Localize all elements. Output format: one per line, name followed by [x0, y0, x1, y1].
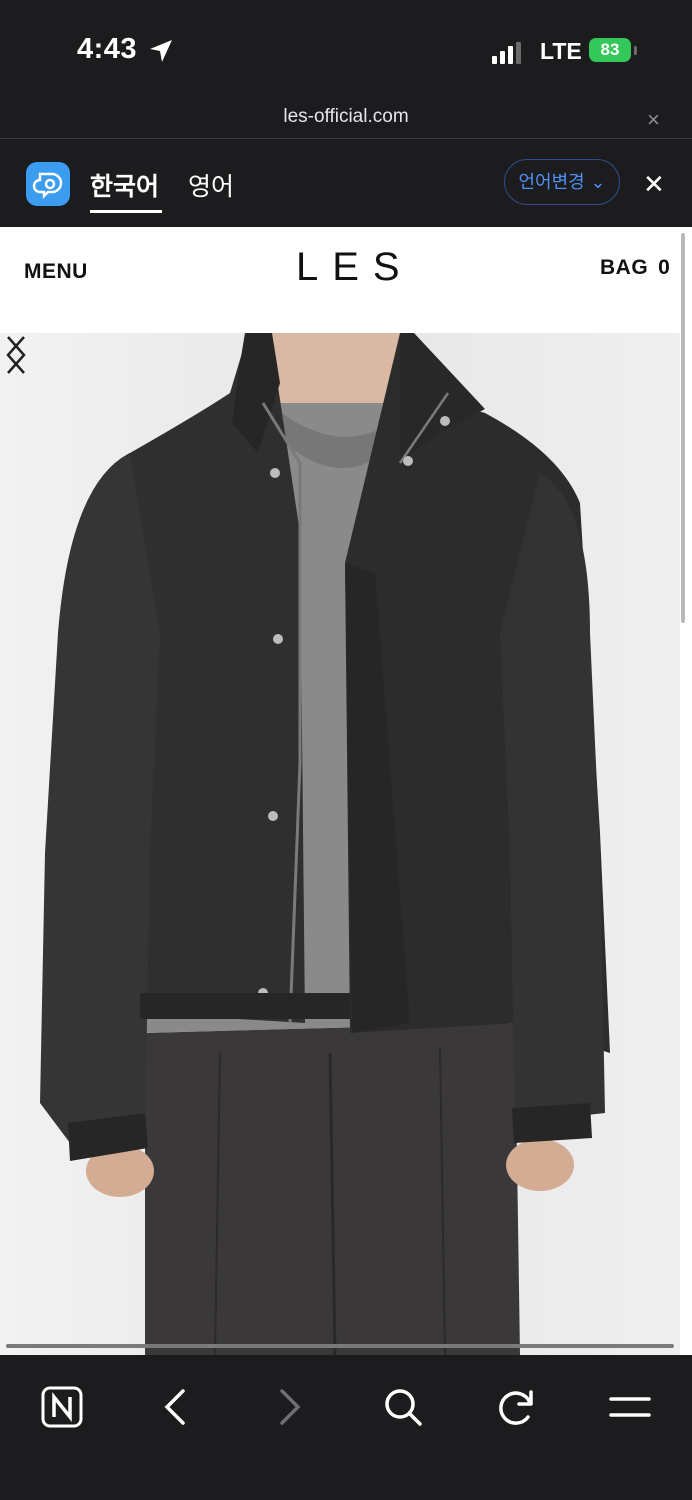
lang-tab-english[interactable]: 영어: [188, 167, 234, 203]
translate-bar: 한국어 영어 언어변경 ⌄ ✕: [0, 139, 692, 227]
bag-count: 0: [658, 256, 670, 279]
bag-link[interactable]: BAG 0: [600, 256, 670, 280]
product-image[interactable]: [0, 333, 680, 1355]
status-time: 4:43: [77, 33, 138, 65]
status-bar: 4:43 LTE 83: [0, 0, 692, 100]
jacket-photo: [0, 333, 680, 1355]
menu-icon[interactable]: [600, 1377, 660, 1437]
web-content: MENU LES BAG 0: [0, 227, 692, 1355]
horizontal-scroll-indicator: [6, 1344, 674, 1348]
location-arrow-icon: [150, 40, 172, 62]
menu-link[interactable]: MENU: [24, 260, 88, 284]
battery-level: 83: [600, 40, 620, 59]
browser-toolbar: [0, 1355, 692, 1500]
back-icon[interactable]: [145, 1377, 205, 1437]
bag-label: BAG: [600, 256, 649, 279]
lang-tab-korean[interactable]: 한국어: [90, 167, 159, 203]
network-type: LTE: [540, 38, 582, 64]
url-text[interactable]: les-official.com: [0, 106, 692, 128]
url-close-icon[interactable]: ×: [647, 107, 660, 133]
forward-icon[interactable]: [260, 1377, 320, 1437]
papago-logo-icon[interactable]: [26, 162, 70, 206]
active-tab-indicator: [90, 210, 162, 213]
signal-strength-icon: [492, 42, 521, 64]
chevron-right-icon[interactable]: [0, 333, 32, 377]
page-scrollbar[interactable]: [681, 233, 685, 623]
naver-home-icon[interactable]: [32, 1377, 92, 1437]
translate-close-icon[interactable]: ✕: [643, 169, 665, 200]
change-language-button[interactable]: 언어변경 ⌄: [504, 159, 620, 205]
site-logo[interactable]: LES: [296, 245, 414, 290]
reload-icon[interactable]: [486, 1377, 546, 1437]
battery-icon: 83: [589, 38, 639, 64]
url-bar[interactable]: les-official.com ×: [0, 100, 692, 139]
search-icon[interactable]: [373, 1377, 433, 1437]
